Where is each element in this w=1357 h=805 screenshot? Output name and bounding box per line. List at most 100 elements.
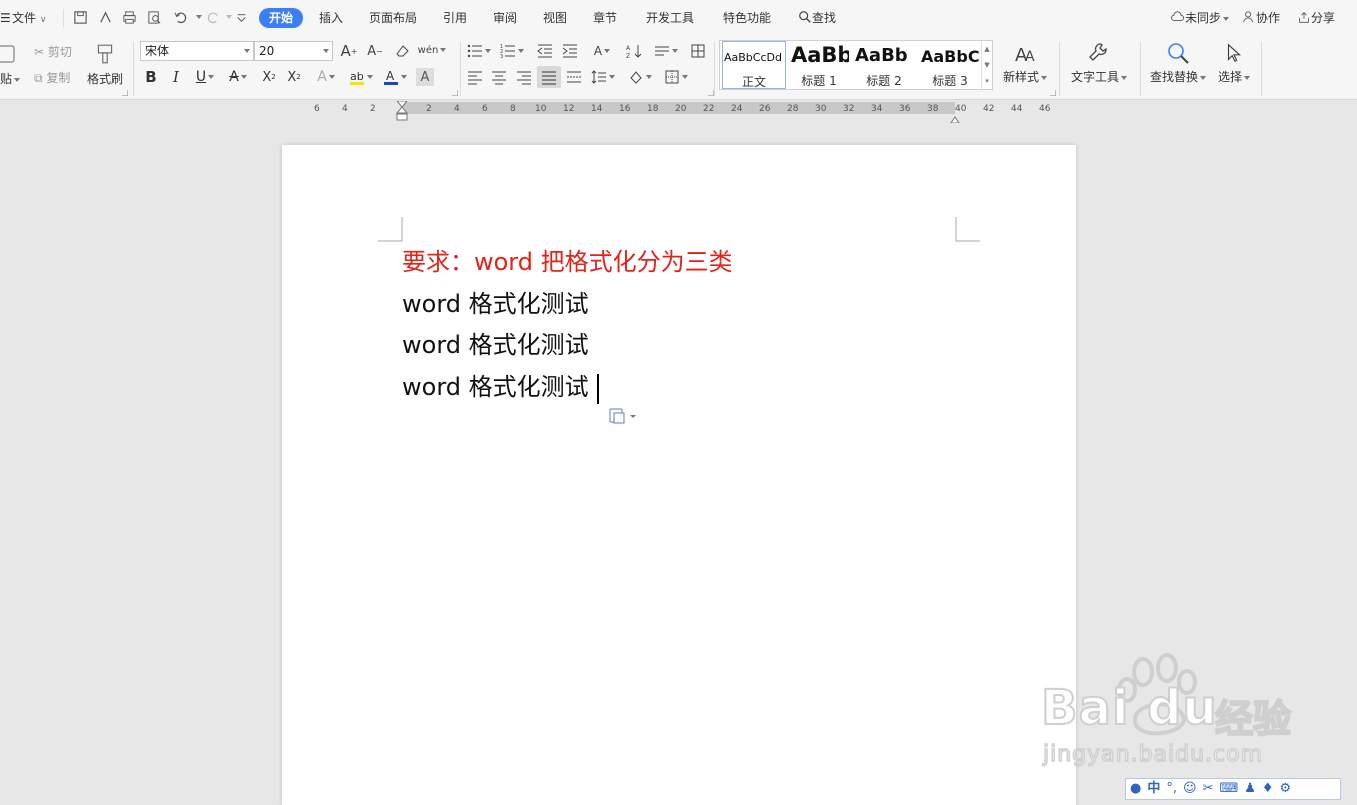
numbered-list-icon[interactable]: 123 (499, 42, 525, 60)
line-spacing-icon[interactable] (590, 68, 616, 86)
paste-button[interactable]: 贴 (0, 72, 21, 86)
format-painter-button[interactable]: 格式刷 (87, 72, 123, 86)
tab-chapter[interactable]: 章节 (593, 9, 617, 27)
collaborate-button[interactable]: 协作 (1242, 9, 1280, 27)
scissors-icon[interactable]: ✂ (1203, 779, 1214, 799)
font-color-icon[interactable]: A (381, 68, 409, 86)
indent-marker[interactable] (395, 100, 409, 121)
select-button[interactable]: 选择 (1216, 40, 1252, 85)
customize-toolbar-icon[interactable] (233, 9, 249, 25)
tab-view[interactable]: 视图 (543, 9, 567, 27)
ruler-number: 22 (703, 104, 715, 114)
undo-icon[interactable] (172, 9, 188, 25)
keyboard-icon[interactable]: ⌨ (1219, 779, 1238, 799)
divider (714, 42, 715, 96)
align-center-icon[interactable] (490, 68, 508, 86)
styles-gallery: AaBbCcDd 正文 AaBb 标题 1 AaBb 标题 2 AaBbC 标题… (719, 40, 993, 90)
style-heading-1[interactable]: AaBb 标题 1 (789, 41, 849, 89)
undo-dropdown-icon[interactable] (190, 9, 206, 25)
svg-text:ab: ab (350, 70, 364, 83)
ruler-number: 28 (787, 104, 799, 114)
text-effect-icon[interactable]: A (313, 68, 339, 86)
search-button[interactable]: 查找 (798, 9, 836, 27)
paste-options-button[interactable] (608, 407, 638, 425)
share-button[interactable]: 分享 (1297, 9, 1335, 27)
sort-icon[interactable]: AZ (625, 42, 643, 60)
search-label: 查找 (812, 11, 837, 25)
align-right-icon[interactable] (515, 68, 533, 86)
sync-status-button[interactable]: 未同步 (1170, 9, 1230, 27)
decrease-indent-icon[interactable] (536, 42, 554, 60)
clear-format-icon[interactable] (393, 42, 411, 60)
user-icon[interactable]: ♟ (1244, 779, 1256, 799)
pinyin-guide-icon[interactable]: wén (418, 40, 447, 60)
font-size-combo[interactable]: 20 (254, 41, 333, 61)
style-sample: AaBb (855, 45, 908, 66)
superscript-icon[interactable]: X2 (260, 68, 278, 86)
punctuation-icon[interactable]: °, (1166, 779, 1177, 799)
borders-icon[interactable] (662, 68, 690, 86)
ime-logo-icon[interactable]: ● (1130, 779, 1141, 799)
tab-references[interactable]: 引用 (443, 9, 467, 27)
bold-icon[interactable]: B (143, 68, 159, 86)
hamburger-icon[interactable]: ☰ (0, 9, 11, 27)
select-label: 选择 (1217, 70, 1242, 84)
clipboard-expand-icon[interactable] (122, 90, 128, 96)
font-expand-icon[interactable] (452, 90, 458, 96)
styles-scroll[interactable]: ▲ ▼ ▾ (981, 41, 992, 89)
font-name-combo[interactable]: 宋体 (140, 41, 254, 61)
tab-developer[interactable]: 开发工具 (646, 9, 694, 27)
ruler-number: 42 (983, 104, 995, 114)
tab-insert[interactable]: 插入 (319, 9, 343, 27)
format-painter-icon[interactable] (93, 42, 117, 66)
text-box-icon[interactable] (689, 42, 707, 60)
grow-font-icon[interactable]: A + (340, 42, 358, 60)
strikethrough-icon[interactable]: A (226, 68, 250, 86)
doc-text-line[interactable]: word 格式化测试 (402, 330, 589, 360)
style-heading-3[interactable]: AaBbC 标题 3 (919, 41, 981, 89)
tab-home[interactable]: 开始 (259, 8, 304, 28)
tab-review[interactable]: 审阅 (493, 9, 517, 27)
ruler-number: 4 (342, 104, 348, 114)
distributed-align-icon[interactable] (565, 68, 583, 86)
save-icon[interactable] (72, 9, 88, 25)
character-shading-icon[interactable]: A (416, 68, 434, 86)
cut-button[interactable]: ✂ 剪切 (34, 45, 72, 59)
doc-text-line[interactable]: word 格式化测试 (402, 289, 589, 319)
justify-icon[interactable] (537, 66, 561, 88)
new-style-button[interactable]: AA 新样式 (1002, 40, 1048, 85)
shrink-font-icon[interactable]: A − (366, 42, 384, 60)
ime-mode-toggle[interactable]: 中 (1147, 779, 1160, 799)
ruler-number: 6 (314, 104, 320, 114)
show-hide-marks-icon[interactable] (653, 42, 679, 60)
output-icon[interactable] (97, 9, 113, 25)
highlight-color-icon[interactable]: ab (347, 68, 375, 86)
print-icon[interactable] (121, 9, 137, 25)
styles-expand-icon[interactable] (1050, 90, 1056, 96)
emoji-icon[interactable]: ☺ (1183, 779, 1197, 799)
align-left-icon[interactable] (466, 68, 484, 86)
text-tools-button[interactable]: 文字工具 (1069, 40, 1129, 85)
skin-icon[interactable]: ♦ (1262, 779, 1274, 799)
bullet-list-icon[interactable] (466, 42, 492, 60)
style-normal[interactable]: AaBbCcDd 正文 (722, 41, 786, 89)
tab-special-features[interactable]: 特色功能 (723, 9, 771, 27)
doc-heading-line[interactable]: 要求：word 把格式化分为三类 (402, 247, 733, 277)
underline-icon[interactable]: U (193, 68, 217, 86)
copy-button[interactable]: ⧉ 复制 (34, 71, 70, 85)
gear-icon[interactable]: ⚙ (1280, 779, 1292, 799)
print-preview-icon[interactable] (146, 9, 162, 25)
italic-icon[interactable]: I (168, 68, 184, 86)
style-heading-2[interactable]: AaBb 标题 2 (853, 41, 915, 89)
shading-icon[interactable] (626, 68, 654, 86)
document-page[interactable]: 要求：word 把格式化分为三类 word 格式化测试 word 格式化测试 w… (282, 145, 1076, 805)
file-menu[interactable]: 文件 ∨ (12, 9, 46, 29)
chinese-layout-icon[interactable]: A (588, 42, 616, 60)
subscript-icon[interactable]: X2 (285, 68, 303, 86)
doc-text-line[interactable]: word 格式化测试 (402, 372, 589, 402)
paste-icon[interactable] (0, 42, 16, 64)
tab-page-layout[interactable]: 页面布局 (369, 9, 417, 27)
find-replace-button[interactable]: 查找替换 (1149, 40, 1207, 85)
redo-icon[interactable] (205, 9, 221, 25)
increase-indent-icon[interactable] (561, 42, 579, 60)
